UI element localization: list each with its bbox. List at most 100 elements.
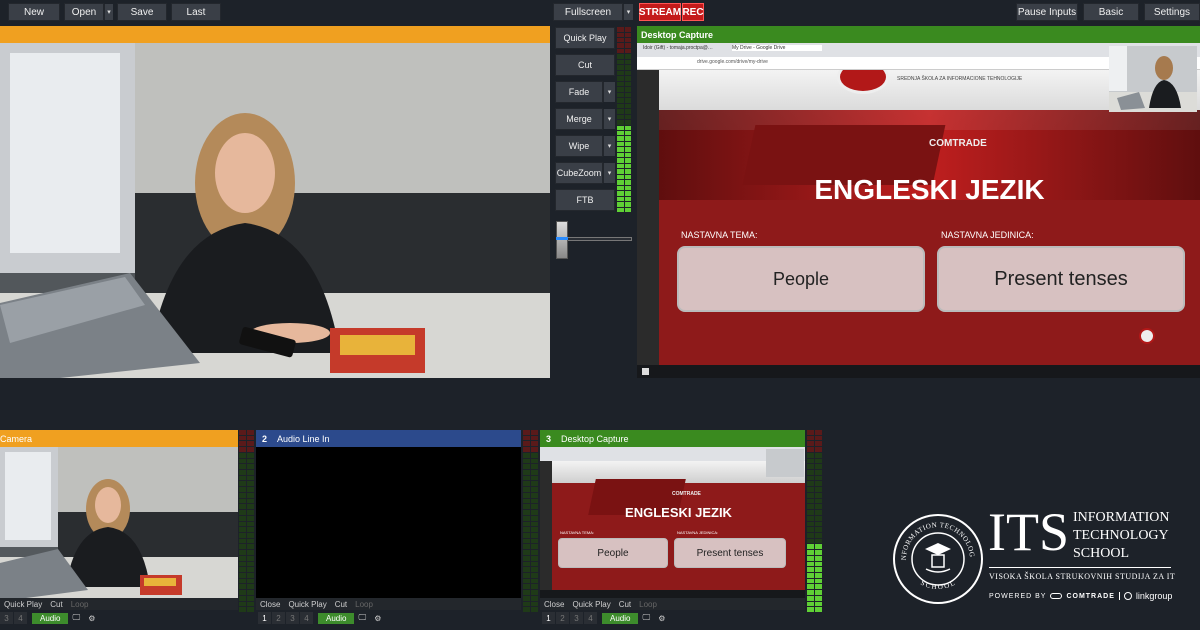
settings-button[interactable]: Settings <box>1144 3 1200 21</box>
app-sidebar <box>637 70 659 365</box>
input-2-gear-icon[interactable]: ⚙ <box>370 614 385 623</box>
input-2-layer-3[interactable]: 3 <box>286 612 299 624</box>
wipe-dropdown-icon[interactable]: ▾ <box>603 136 615 156</box>
stream-button[interactable]: STREAM <box>639 3 681 21</box>
input-2-audio-button[interactable]: Audio <box>318 612 355 624</box>
wipe-button[interactable]: Wipe <box>555 135 603 157</box>
input-3-slide-card-right: Present tenses <box>674 538 786 568</box>
input-1-layer-3[interactable]: 3 <box>0 612 13 624</box>
its-wordmark: ITS <box>988 502 1069 562</box>
quick-play-button[interactable]: Quick Play <box>555 27 615 49</box>
input-2-number: 2 <box>262 433 268 444</box>
cut-button[interactable]: Cut <box>555 54 615 76</box>
browser-url: drive.google.com/drive/my-drive <box>697 59 768 65</box>
input-2-loop[interactable]: Loop <box>351 600 377 609</box>
input-3-controls: Close Quick Play Cut Loop <box>540 598 805 610</box>
input-3-layer-1[interactable]: 1 <box>542 612 555 624</box>
fade-dropdown-icon[interactable]: ▾ <box>603 82 615 102</box>
its-line1: INFORMATION <box>1073 510 1170 525</box>
input-3-close[interactable]: Close <box>540 600 568 609</box>
input-1-cut[interactable]: Cut <box>46 600 66 609</box>
input-2-controls: Close Quick Play Cut Loop <box>256 598 521 610</box>
comtrade-label: COMTRADE <box>1066 592 1115 600</box>
its-divider <box>989 567 1171 568</box>
preview-video[interactable] <box>0 43 550 378</box>
powered-separator <box>1118 592 1120 600</box>
windows-start-icon <box>642 368 649 375</box>
fade-button[interactable]: Fade <box>555 81 603 103</box>
slide-area: SREDNJA ŠKOLA ZA INFORMACIONE TEHNOLOGIJ… <box>659 70 1200 365</box>
its-seal-logo: INFORMATION TECHNOLOGY SCHOOL <box>892 513 983 604</box>
input-3-title: Desktop Capture <box>561 433 629 444</box>
basic-button[interactable]: Basic <box>1083 3 1139 21</box>
cubezoom-button[interactable]: CubeZoom <box>555 162 603 184</box>
input-3-layer-2[interactable]: 2 <box>556 612 569 624</box>
input-1-bottom-row: 3 4 Audio 🖵 ⚙ <box>0 611 238 625</box>
new-button[interactable]: New <box>8 3 60 21</box>
slide-corner-logo-icon <box>1139 328 1155 344</box>
input-3-bottom-row: 1 2 3 4 Audio 🖵 ⚙ <box>542 611 805 625</box>
input-2-video[interactable] <box>256 447 521 598</box>
input-3-audio-button[interactable]: Audio <box>602 612 639 624</box>
slide-comtrade: COMTRADE <box>929 138 987 149</box>
output-title: Desktop Capture <box>641 29 714 40</box>
input-1-header[interactable] <box>0 430 238 447</box>
camera-scene-image <box>0 43 550 378</box>
input-2-title: Audio Line In <box>277 433 330 444</box>
input-3-layer-4[interactable]: 4 <box>584 612 597 624</box>
input-2-monitor-icon[interactable]: 🖵 <box>354 613 370 623</box>
output-header-bar <box>637 26 1200 43</box>
browser-tab-1: Idoir (Gift) - tomaja.proctpa@… <box>643 45 713 51</box>
open-dropdown-icon[interactable]: ▾ <box>104 4 113 20</box>
last-button[interactable]: Last <box>171 3 221 21</box>
its-line3: SCHOOL <box>1073 546 1130 561</box>
input-3-video[interactable]: COMTRADE ENGLESKI JEZIK NASTAVNA TEMA: N… <box>540 447 805 598</box>
save-button[interactable]: Save <box>117 3 167 21</box>
input-3-cut[interactable]: Cut <box>615 600 635 609</box>
slide-heading: ENGLESKI JEZIK <box>814 174 1045 205</box>
input-3-layer-3[interactable]: 3 <box>570 612 583 624</box>
input-1-quick-play[interactable]: Quick Play <box>0 600 46 609</box>
tbar-track[interactable] <box>560 237 632 241</box>
slide-label-right: NASTAVNA JEDINICA: <box>941 230 1034 240</box>
input-3-number: 3 <box>546 433 552 444</box>
input-2-layer-4[interactable]: 4 <box>300 612 313 624</box>
input-2-close[interactable]: Close <box>256 600 284 609</box>
input-3-monitor-icon[interactable]: 🖵 <box>638 613 654 623</box>
its-line2: TECHNOLOGY <box>1073 528 1169 543</box>
input-3-slide-label-left: NASTAVNA TEMA: <box>560 530 595 535</box>
ftb-button[interactable]: FTB <box>555 189 615 211</box>
tbar-marker <box>556 237 568 240</box>
merge-dropdown-icon[interactable]: ▾ <box>603 109 615 129</box>
its-powered-row: POWERED BY COMTRADE linkgroup <box>989 591 1172 601</box>
input-1-gear-icon[interactable]: ⚙ <box>84 614 99 623</box>
fullscreen-dropdown-icon[interactable]: ▾ <box>623 4 633 20</box>
input-2-audio-meter <box>523 430 538 612</box>
input-2-cut[interactable]: Cut <box>331 600 351 609</box>
input-3-loop[interactable]: Loop <box>635 600 661 609</box>
pause-inputs-button[interactable]: Pause Inputs <box>1016 3 1078 21</box>
merge-button[interactable]: Merge <box>555 108 603 130</box>
input-2-layer-2[interactable]: 2 <box>272 612 285 624</box>
open-button[interactable]: Open <box>64 3 104 21</box>
input-3-slide-card-left: People <box>558 538 668 568</box>
input-1-loop[interactable]: Loop <box>67 600 93 609</box>
input-1-layer-4[interactable]: 4 <box>14 612 27 624</box>
input-3-quick-play[interactable]: Quick Play <box>568 600 614 609</box>
input-3-slide-heading: ENGLESKI JEZIK <box>625 505 732 520</box>
webcam-pip <box>1109 46 1197 112</box>
tbar-handle[interactable] <box>556 221 568 259</box>
rec-button[interactable]: REC <box>682 3 704 21</box>
input-1-audio-button[interactable]: Audio <box>32 612 69 624</box>
powered-by-label: POWERED BY <box>989 592 1047 600</box>
input-3-gear-icon[interactable]: ⚙ <box>654 614 669 623</box>
input-2-quick-play[interactable]: Quick Play <box>284 600 330 609</box>
cubezoom-dropdown-icon[interactable]: ▾ <box>603 163 615 183</box>
input-3-slide-comtrade: COMTRADE <box>672 491 701 497</box>
output-video[interactable]: Idoir (Gift) - tomaja.proctpa@… My Drive… <box>637 43 1200 378</box>
input-2-layer-1[interactable]: 1 <box>258 612 271 624</box>
svg-text:SCHOOL: SCHOOL <box>919 579 956 591</box>
input-1-video[interactable] <box>0 447 238 598</box>
input-1-monitor-icon[interactable]: 🖵 <box>68 613 84 623</box>
fullscreen-button[interactable]: Fullscreen <box>553 3 623 21</box>
